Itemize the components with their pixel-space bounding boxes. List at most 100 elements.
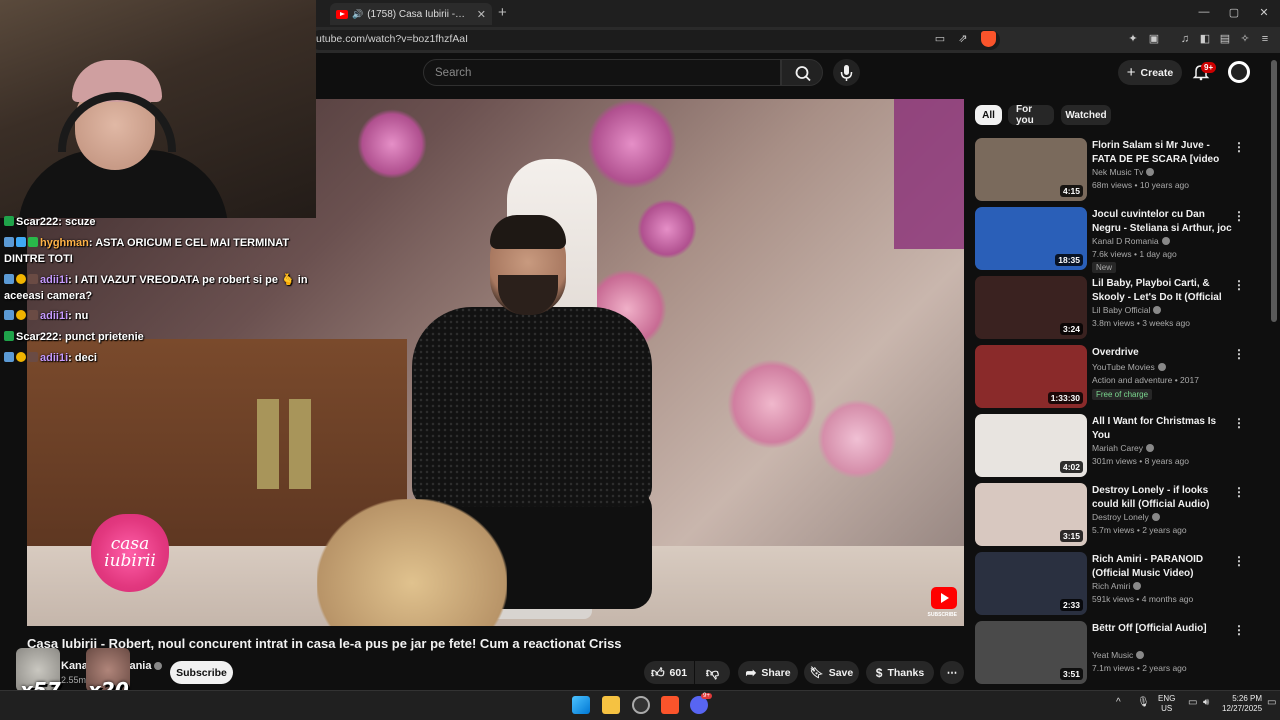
subscribe-button[interactable]: Subscribe xyxy=(170,661,233,684)
language-indicator[interactable]: ENG US xyxy=(1158,694,1175,714)
recommendation-channel[interactable]: Lil Baby Official xyxy=(1092,305,1162,315)
network-icon[interactable]: ▭ xyxy=(1188,697,1197,708)
more-options-icon[interactable]: ⋮ xyxy=(1233,209,1245,223)
cast-icon[interactable]: ▭ xyxy=(933,32,947,46)
restore-button[interactable]: ▢ xyxy=(1222,6,1246,19)
recommendation-channel[interactable]: YouTube Movies xyxy=(1092,362,1166,372)
subscribe-watermark-icon[interactable] xyxy=(931,587,957,609)
like-button[interactable]: 👍︎ 601 xyxy=(644,661,694,684)
menu-icon[interactable]: ≡ xyxy=(1258,32,1272,46)
save-button[interactable]: 🔖︎ Save xyxy=(804,661,859,684)
recommendation-thumbnail[interactable]: 3:15 xyxy=(975,483,1087,546)
recommendation-channel-name[interactable]: YouTube Movies xyxy=(1092,362,1155,372)
browser-tab-active[interactable]: 🔊 (1758) Casa Iubirii - Robert, n ✕ xyxy=(330,3,492,25)
account-avatar[interactable] xyxy=(1228,61,1250,83)
brave-shield-icon[interactable] xyxy=(981,31,996,47)
recommendation-title[interactable]: All I Want for Christmas Is You xyxy=(1092,415,1232,442)
close-window-button[interactable]: ✕ xyxy=(1252,6,1276,19)
extensions-icon[interactable]: ✦ xyxy=(1126,32,1140,46)
tray-chevron-icon[interactable]: ^ xyxy=(1116,697,1121,708)
notifications-tray-icon[interactable]: ▭ xyxy=(1267,697,1276,708)
volume-icon[interactable]: 🔊︎ xyxy=(1203,697,1209,708)
media-icon[interactable]: ♫ xyxy=(1178,32,1192,46)
recommendation-item[interactable]: 3:51 Bēttr Off [Official Audio] Yeat Music… xyxy=(975,621,1255,685)
recommendation-title[interactable]: Overdrive xyxy=(1092,346,1232,360)
recommendation-title[interactable]: Bēttr Off [Official Audio] xyxy=(1092,622,1232,636)
recommendation-thumbnail[interactable]: 4:02 xyxy=(975,414,1087,477)
recommendation-channel[interactable]: Yeat Music xyxy=(1092,650,1145,660)
recommendation-channel-name[interactable]: Nek Music Tv xyxy=(1092,167,1143,177)
recommendation-thumbnail[interactable]: 18:35 xyxy=(975,207,1087,270)
brave-browser-icon[interactable] xyxy=(661,696,679,714)
dislike-button[interactable]: 👎︎ xyxy=(695,661,730,684)
recommendation-channel-name[interactable]: Yeat Music xyxy=(1092,650,1133,660)
recommendation-thumbnail[interactable]: 4:15 xyxy=(975,138,1087,201)
chat-badge-icon xyxy=(16,274,26,284)
recommendation-item[interactable]: 1:33:30 Overdrive YouTube Movies Action and… xyxy=(975,345,1255,409)
recommendation-title[interactable]: Florin Salam si Mr Juve - FATA DE PE SCA… xyxy=(1092,139,1232,166)
screenshot-icon[interactable]: ▣ xyxy=(1147,32,1161,46)
microphone-tray-icon[interactable]: 🎙︎ xyxy=(1137,697,1150,708)
tab-close-button[interactable]: ✕ xyxy=(471,8,492,21)
recommendation-channel-name[interactable]: Destroy Lonely xyxy=(1092,512,1149,522)
share-page-icon[interactable]: ⇗ xyxy=(956,32,970,46)
windows-start-icon[interactable] xyxy=(572,696,590,714)
share-button[interactable]: ➦ Share xyxy=(738,661,798,684)
wallet-icon[interactable]: ▤ xyxy=(1218,32,1232,46)
more-options-icon[interactable]: ⋮ xyxy=(1233,485,1245,499)
recommendation-channel[interactable]: Mariah Carey xyxy=(1092,443,1155,453)
recommendation-channel[interactable]: Rich Amiri xyxy=(1092,581,1142,591)
recommendation-channel[interactable]: Nek Music Tv xyxy=(1092,167,1155,177)
more-options-icon[interactable]: ⋮ xyxy=(1233,554,1245,568)
video-frame-orchid xyxy=(587,99,677,189)
bookmark-icon: 🔖︎ xyxy=(809,667,824,679)
chat-user: Scar222 xyxy=(16,331,59,343)
voice-search-button[interactable] xyxy=(833,59,860,86)
obs-icon[interactable] xyxy=(632,696,650,714)
recommendation-item[interactable]: 2:33 Rich Amiri - PARANOID (Official Musi… xyxy=(975,552,1255,616)
more-options-icon[interactable]: ⋮ xyxy=(1233,347,1245,361)
recommendation-title[interactable]: Lil Baby, Playboi Carti, & Skooly - Let'… xyxy=(1092,277,1232,304)
more-options-icon[interactable]: ⋮ xyxy=(1233,140,1245,154)
recommendation-item[interactable]: 18:35 Jocul cuvintelor cu Dan Negru - Ste… xyxy=(975,207,1255,273)
recommendation-title[interactable]: Jocul cuvintelor cu Dan Negru - Steliana… xyxy=(1092,208,1232,235)
recommendation-channel-name[interactable]: Rich Amiri xyxy=(1092,581,1130,591)
leo-ai-icon[interactable]: ✧ xyxy=(1238,32,1252,46)
recommendation-channel-name[interactable]: Mariah Carey xyxy=(1092,443,1143,453)
recommendation-title[interactable]: Destroy Lonely - if looks could kill (Of… xyxy=(1092,484,1232,511)
recommendation-channel[interactable]: Kanal D Romania xyxy=(1092,236,1170,246)
recommendation-thumbnail[interactable]: 2:33 xyxy=(975,552,1087,615)
recommendation-item[interactable]: 4:02 All I Want for Christmas Is You Maria… xyxy=(975,414,1255,478)
new-tab-button[interactable]: + xyxy=(498,4,507,21)
scrollbar[interactable] xyxy=(1271,60,1277,322)
recommendation-channel[interactable]: Destroy Lonely xyxy=(1092,512,1160,522)
chip-watched[interactable]: Watched xyxy=(1061,105,1111,125)
recommendation-item[interactable]: 3:15 Destroy Lonely - if looks could kill… xyxy=(975,483,1255,547)
duration-badge: 4:02 xyxy=(1059,461,1083,473)
recommendation-title[interactable]: Rich Amiri - PARANOID (Official Music Vi… xyxy=(1092,553,1232,580)
more-options-icon[interactable]: ⋮ xyxy=(1233,278,1245,292)
system-clock[interactable]: 5:26 PM 12/27/2025 xyxy=(1222,694,1262,714)
recommendation-item[interactable]: 3:24 Lil Baby, Playboi Carti, & Skooly - … xyxy=(975,276,1255,340)
more-options-icon[interactable]: ⋮ xyxy=(1233,623,1245,637)
recommendation-thumbnail[interactable]: 3:24 xyxy=(975,276,1087,339)
chip-all[interactable]: All xyxy=(975,105,1002,125)
address-bar-url[interactable]: utube.com/watch?v=boz1fhzfAaI xyxy=(316,33,468,45)
search-button[interactable] xyxy=(781,59,823,86)
recommendation-channel-name[interactable]: Kanal D Romania xyxy=(1092,236,1159,246)
speaker-icon[interactable]: 🔊 xyxy=(352,9,363,20)
recommendation-item[interactable]: 4:15 Florin Salam si Mr Juve - FATA DE PE… xyxy=(975,138,1255,202)
file-explorer-icon[interactable] xyxy=(602,696,620,714)
recommendation-channel-name[interactable]: Lil Baby Official xyxy=(1092,305,1150,315)
minimize-button[interactable]: — xyxy=(1192,6,1216,18)
recommendation-thumbnail[interactable]: 1:33:30 xyxy=(975,345,1087,408)
sidebar-icon[interactable]: ◧ xyxy=(1198,32,1212,46)
chip-for-you[interactable]: For you xyxy=(1008,104,1054,126)
more-options-icon[interactable]: ⋮ xyxy=(1233,416,1245,430)
create-button[interactable]: + Create xyxy=(1118,60,1182,85)
thanks-button[interactable]: $ Thanks xyxy=(866,661,934,684)
thumbs-up-icon: 👍︎ xyxy=(650,664,665,680)
search-input[interactable]: Search xyxy=(423,59,781,86)
more-actions-button[interactable]: ⋯ xyxy=(940,661,964,684)
recommendation-thumbnail[interactable]: 3:51 xyxy=(975,621,1087,684)
